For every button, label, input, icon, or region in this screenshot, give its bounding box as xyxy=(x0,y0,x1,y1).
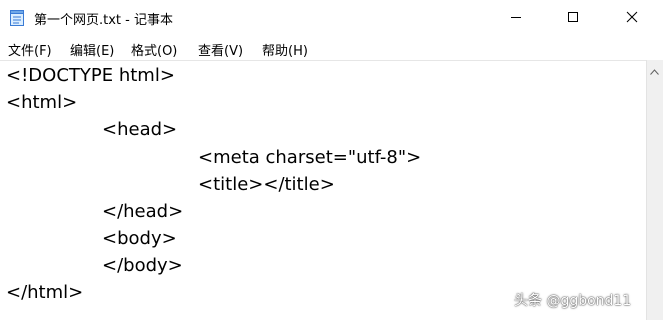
window-title: 第一个网页.txt - 记事本 xyxy=(34,13,173,28)
chevron-up-icon xyxy=(650,60,659,79)
code-line: </html> xyxy=(6,282,84,303)
code-line: <!DOCTYPE html> xyxy=(6,65,175,86)
minimize-icon xyxy=(510,8,522,27)
code-line: </head> xyxy=(102,201,184,222)
text-editor[interactable]: <!DOCTYPE html> <html> <head> <meta char… xyxy=(0,60,646,321)
maximize-icon xyxy=(567,8,579,27)
code-line: </body> xyxy=(102,255,183,276)
close-icon xyxy=(626,8,638,27)
menu-help[interactable]: 帮助(H) xyxy=(262,40,308,59)
maximize-button[interactable] xyxy=(543,0,603,34)
vertical-scrollbar[interactable] xyxy=(646,60,663,320)
code-line: <head> xyxy=(102,119,178,140)
scroll-up-button[interactable] xyxy=(646,61,663,78)
code-line: <title></title> xyxy=(198,174,335,195)
code-line: <html> xyxy=(6,92,78,113)
menu-format[interactable]: 格式(O) xyxy=(131,40,177,59)
menu-file[interactable]: 文件(F) xyxy=(8,40,52,59)
watermark: 头条 @ggbond11 xyxy=(514,293,632,309)
close-button[interactable] xyxy=(602,0,662,34)
code-line: <meta charset="utf-8"> xyxy=(198,147,422,168)
menu-edit[interactable]: 编辑(E) xyxy=(70,40,114,59)
code-line: <body> xyxy=(102,228,177,249)
minimize-button[interactable] xyxy=(486,0,546,34)
title-bar[interactable]: 第一个网页.txt - 记事本 xyxy=(0,0,663,36)
menu-view[interactable]: 查看(V) xyxy=(198,40,243,59)
notepad-icon xyxy=(9,8,25,26)
menu-bar: 文件(F) 编辑(E) 格式(O) 查看(V) 帮助(H) xyxy=(0,36,663,60)
